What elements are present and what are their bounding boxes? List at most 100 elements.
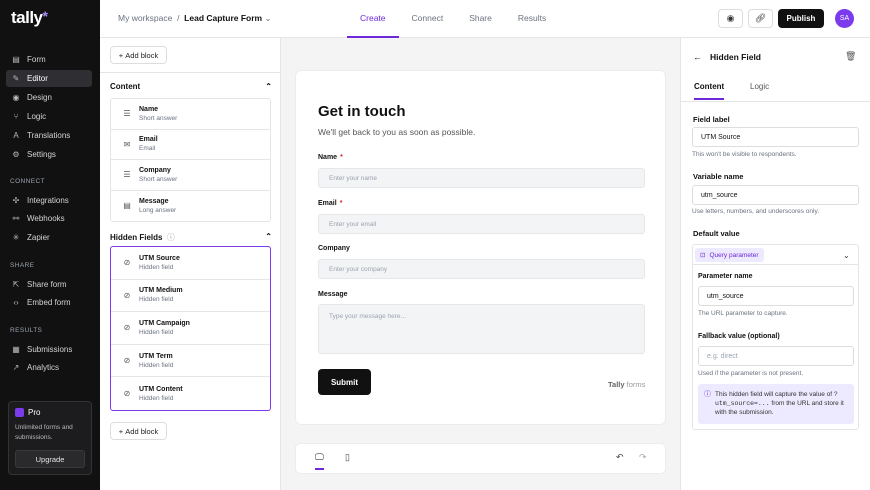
tab-results[interactable]: Results <box>505 0 559 38</box>
block-item-email[interactable]: ✉ Email Email <box>111 130 270 160</box>
hidden-fields-section-header[interactable]: Hidden Fields ⓘ ⌃ <box>110 232 272 243</box>
design-icon: ◉ <box>12 93 20 102</box>
editor-icon: ✎ <box>12 74 20 83</box>
chevron-down-icon[interactable]: ⌄ <box>843 251 850 260</box>
breadcrumb-workspace[interactable]: My workspace <box>118 13 172 23</box>
fallback-title: Fallback value (optional) <box>698 333 780 340</box>
block-item-message[interactable]: ▤ Message Long answer <box>111 191 270 222</box>
link-icon: 🔗︎ <box>754 13 767 23</box>
desktop-icon[interactable]: 🖵︎ <box>315 452 324 470</box>
sidebar-item-embed-form[interactable]: ‹› Embed form <box>6 294 92 311</box>
field-label-company[interactable]: Company <box>318 245 350 252</box>
field-label-email[interactable]: Email * <box>318 200 342 207</box>
form-subtitle[interactable]: We'll get back to you as soon as possibl… <box>318 127 475 137</box>
mobile-icon[interactable]: ▯ <box>345 452 350 463</box>
variable-name-hint: Use letters, numbers, and underscores on… <box>692 208 820 215</box>
content-block-list: ☰ Name Short answer ✉ Email Email ☰ Company Sh… <box>110 98 271 222</box>
sidebar-item-webhooks[interactable]: ⚯ Webhooks <box>6 210 92 227</box>
avatar[interactable]: SA <box>835 9 854 28</box>
sidebar-item-design[interactable]: ◉ Design <box>6 89 92 106</box>
webhooks-icon: ⚯ <box>12 214 20 223</box>
tab-connect[interactable]: Connect <box>399 0 457 38</box>
field-label-message[interactable]: Message <box>318 291 348 298</box>
long-answer-icon: ▤ <box>123 201 131 211</box>
eye-off-icon: ⊘ <box>123 290 131 300</box>
sidebar-item-analytics[interactable]: ↗ Analytics <box>6 359 92 376</box>
form-canvas: Get in touch We'll get back to you as so… <box>295 70 666 425</box>
chevron-up-icon[interactable]: ⌃ <box>265 232 272 243</box>
info-icon[interactable]: ⓘ <box>167 233 175 242</box>
panel-tabs: Content Logic <box>681 76 870 102</box>
hidden-item-utm-medium[interactable]: ⊘ UTM Medium Hidden field <box>111 280 270 313</box>
embed-icon: ‹› <box>13 298 19 307</box>
block-item-company[interactable]: ☰ Company Short answer <box>111 160 270 191</box>
fallback-hint: Used if the parameter is not present. <box>698 370 804 377</box>
add-block-button-bottom[interactable]: + Add block <box>110 422 167 440</box>
sidebar-item-logic[interactable]: ⑂ Logic <box>6 108 92 125</box>
sidebar-item-form[interactable]: ▤ Form <box>6 51 92 68</box>
field-settings-panel: ← Hidden Field 🗑︎ Content Logic Field lab… <box>680 38 870 490</box>
eye-off-icon: ⊘ <box>123 323 131 333</box>
tab-create[interactable]: Create <box>347 0 399 38</box>
pro-plan-card: Pro Unlimited forms and submissions. Upg… <box>8 401 92 475</box>
query-parameter-pill[interactable]: ⊡ Query parameter <box>695 248 764 262</box>
tally-logo[interactable]: tally* <box>11 8 48 28</box>
default-value-box: ⊡ Query parameter ⌄ Parameter name utm_so… <box>692 244 859 430</box>
sidebar-item-zapier[interactable]: ✳ Zapier <box>6 229 92 246</box>
chevron-down-icon[interactable]: ⌄ <box>264 13 271 23</box>
pro-icon <box>15 408 24 417</box>
eye-icon: ◉ <box>726 13 735 23</box>
upgrade-button[interactable]: Upgrade <box>15 450 85 468</box>
breadcrumb-form-name[interactable]: Lead Capture Form <box>184 13 262 23</box>
hidden-item-utm-term[interactable]: ⊘ UTM Term Hidden field <box>111 345 270 378</box>
sidebar-item-settings[interactable]: ⚙ Settings <box>6 146 92 163</box>
variable-name-input[interactable]: utm_source <box>692 185 859 205</box>
publish-button[interactable]: Publish <box>778 9 824 28</box>
email-input[interactable]: Enter your email <box>318 214 645 234</box>
chevron-up-icon[interactable]: ⌃ <box>265 82 272 91</box>
sidebar-item-translations[interactable]: A Translations <box>6 127 92 144</box>
redo-icon[interactable]: ↷ <box>639 452 647 463</box>
hidden-field-list: ⊘ UTM Source Hidden field ⊘ UTM Medium Hidde… <box>110 246 271 411</box>
block-item-name[interactable]: ☰ Name Short answer <box>111 99 270 130</box>
parameter-name-hint: The URL parameter to capture. <box>698 310 788 317</box>
analytics-icon: ↗ <box>12 363 20 372</box>
name-input[interactable]: Enter your name <box>318 168 645 188</box>
sidebar-item-integrations[interactable]: ✣ Integrations <box>6 192 92 209</box>
default-value-title: Default value <box>693 229 740 238</box>
add-block-button-top[interactable]: + Add block <box>110 46 167 64</box>
back-arrow-icon[interactable]: ← <box>693 52 702 62</box>
pro-badge: Pro <box>15 408 85 417</box>
message-textarea[interactable]: Type your message here... <box>318 304 645 354</box>
query-icon: ⊡ <box>700 252 706 259</box>
undo-icon[interactable]: ↶ <box>616 452 624 463</box>
sidebar-item-editor[interactable]: ✎ Editor <box>6 70 92 87</box>
field-label-name[interactable]: Name * <box>318 154 343 161</box>
trash-icon[interactable]: 🗑︎ <box>845 51 856 62</box>
company-input[interactable]: Enter your company <box>318 259 645 279</box>
form-title[interactable]: Get in touch <box>318 103 406 120</box>
sidebar: tally* ▤ Form ✎ Editor ◉ Design ⑂ Logic A Tra… <box>0 0 100 490</box>
tab-content[interactable]: Content <box>694 82 725 100</box>
settings-icon: ⚙ <box>12 150 20 159</box>
info-icon: ⓘ <box>704 391 711 398</box>
hidden-item-utm-content[interactable]: ⊘ UTM Content Hidden field <box>111 377 270 410</box>
parameter-name-input[interactable]: utm_source <box>698 286 854 306</box>
content-section-header[interactable]: Content ⌃ <box>110 82 272 91</box>
parameter-name-title: Parameter name <box>698 273 753 280</box>
tab-share[interactable]: Share <box>456 0 505 38</box>
copy-link-button[interactable]: 🔗︎ <box>748 9 773 28</box>
field-label-input[interactable]: UTM Source <box>692 127 859 147</box>
hidden-item-utm-campaign[interactable]: ⊘ UTM Campaign Hidden field <box>111 312 270 345</box>
integrations-icon: ✣ <box>12 196 20 205</box>
preview-button[interactable]: ◉ <box>718 9 743 28</box>
sidebar-item-submissions[interactable]: ▦ Submissions <box>6 341 92 358</box>
submit-button[interactable]: Submit <box>318 369 371 395</box>
fallback-input[interactable]: e.g. direct <box>698 346 854 366</box>
hidden-item-utm-source[interactable]: ⊘ UTM Source Hidden field <box>111 247 270 280</box>
pro-description: Unlimited forms and submissions. <box>15 424 73 441</box>
sidebar-item-share-form[interactable]: ⇱ Share form <box>6 276 92 293</box>
tab-logic[interactable]: Logic <box>750 82 769 91</box>
short-answer-icon: ☰ <box>123 170 131 180</box>
top-tabs: Create Connect Share Results <box>347 0 559 38</box>
